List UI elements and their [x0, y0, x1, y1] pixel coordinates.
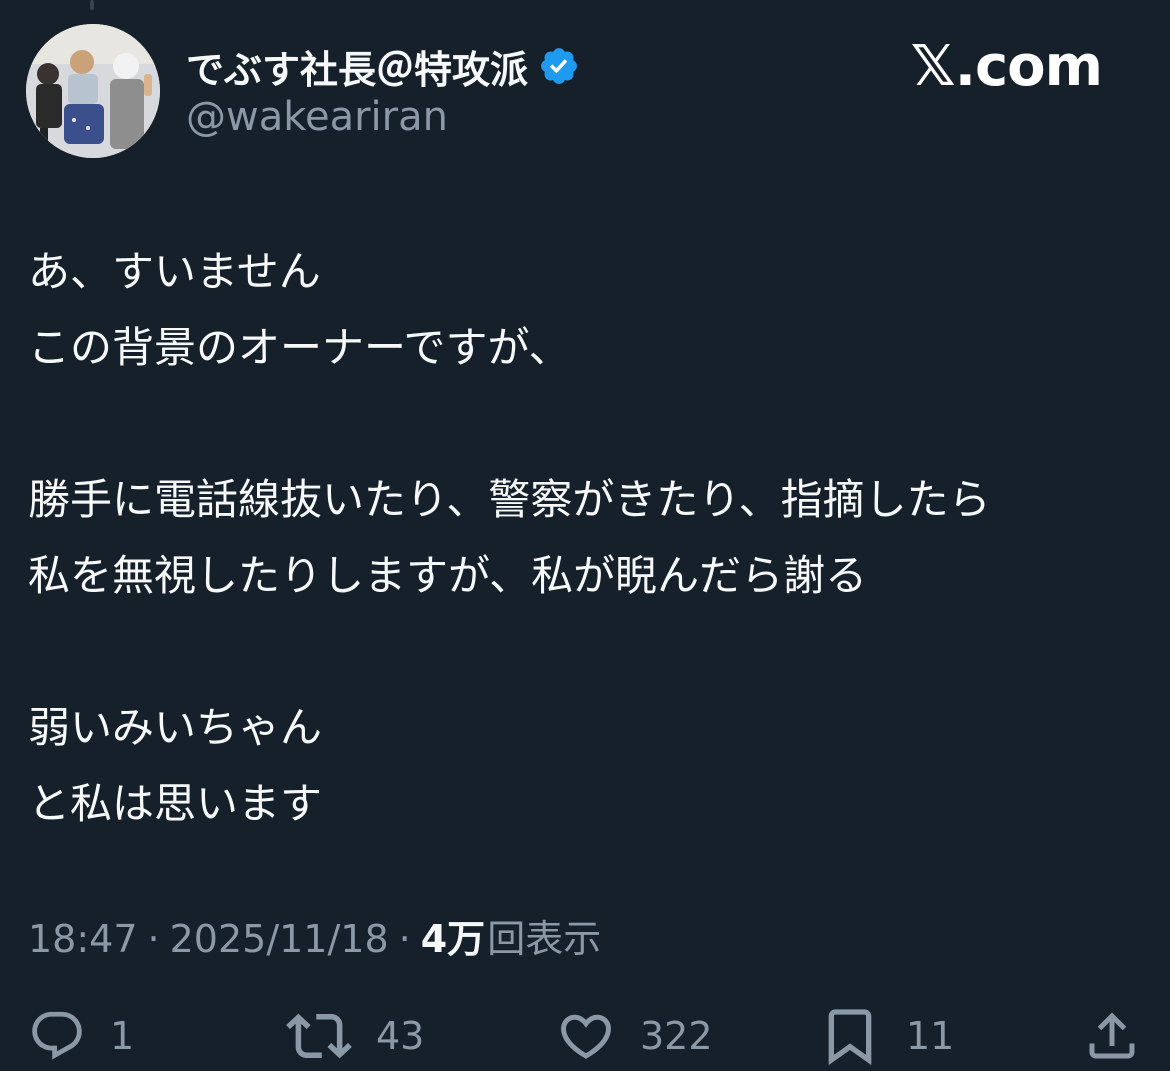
verified-badge-icon: [541, 48, 577, 84]
bookmark-count: 11: [906, 1014, 955, 1058]
tweet-meta: 18:47 · 2025/11/18 · 4万 回表示: [28, 908, 601, 963]
meta-separator: ·: [398, 917, 411, 961]
views-count[interactable]: 4万: [421, 908, 485, 963]
repost-count: 43: [376, 1014, 425, 1058]
share-button[interactable]: [1082, 1004, 1142, 1068]
like-button[interactable]: 322: [556, 1004, 713, 1068]
avatar-image: [26, 24, 160, 158]
tweet-date[interactable]: 2025/11/18: [170, 917, 389, 961]
tweet-line: 弱いみいちゃん: [28, 703, 323, 752]
tweet-line: あ、すいません: [28, 247, 321, 296]
author-display-name[interactable]: でぶす社長＠特攻派: [186, 39, 528, 94]
action-bar: 1 43 322 11: [28, 1004, 1142, 1068]
heart-icon: [560, 1014, 612, 1059]
tweet-text: あ、すいません この背景のオーナーですが、 勝手に電話線抜いたり、警察がきたり、…: [28, 234, 1143, 842]
x-logo: 𝕏.com: [910, 34, 1103, 99]
avatar[interactable]: [26, 24, 160, 158]
reply-icon: [32, 1011, 82, 1060]
bookmark-icon: [828, 1009, 872, 1066]
reply-button[interactable]: 1: [28, 1004, 134, 1068]
like-count: 322: [640, 1014, 713, 1058]
repost-button[interactable]: 43: [286, 1004, 424, 1068]
tweet-line: 私を無視したりしますが、私が睨んだら謝る: [28, 551, 868, 600]
tweet-line: 勝手に電話線抜いたり、警察がきたり、指摘したら: [28, 475, 991, 524]
author-name-row: でぶす社長＠特攻派: [186, 38, 580, 94]
bookmark-button[interactable]: 11: [818, 1004, 954, 1068]
tweet-line: この背景のオーナーですが、: [28, 323, 571, 372]
views-label[interactable]: 回表示: [487, 908, 601, 963]
share-icon: [1089, 1012, 1135, 1059]
author-handle[interactable]: @wakeariran: [186, 94, 448, 140]
tweet-line: と私は思います: [28, 779, 323, 828]
thread-connector: [90, 0, 94, 10]
tweet-time[interactable]: 18:47: [28, 917, 138, 961]
meta-separator: ·: [147, 917, 160, 961]
repost-icon: [286, 1013, 352, 1059]
reply-count: 1: [110, 1014, 135, 1058]
